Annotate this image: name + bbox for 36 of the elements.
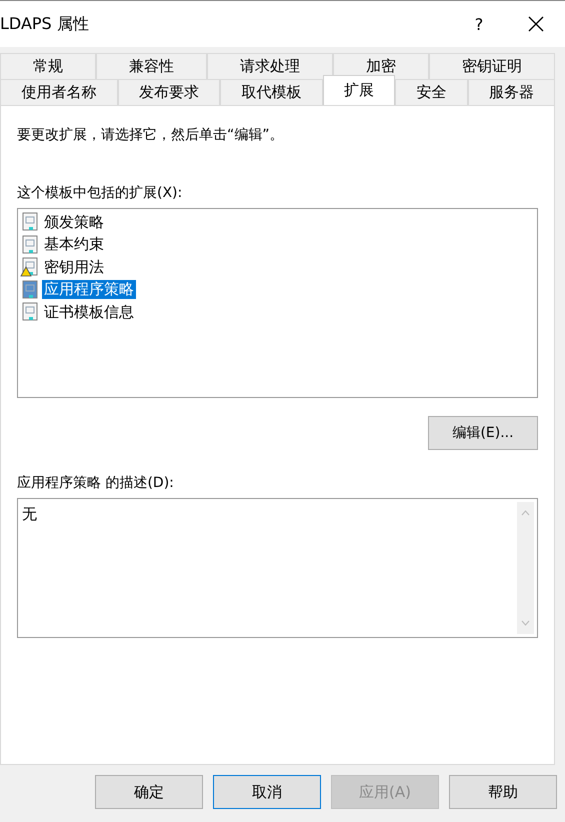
description-text: 无 [22, 505, 37, 523]
description-label: 应用程序策略 的描述(D): [17, 474, 175, 492]
extension-item[interactable]: 基本约束 [42, 235, 106, 254]
help-icon[interactable]: ? [469, 14, 489, 34]
window-title: LDAPS 属性 [0, 14, 90, 34]
dialog-button[interactable]: 确定 [95, 775, 203, 809]
extension-item[interactable]: 密钥用法 [42, 258, 106, 277]
tab[interactable]: 扩展 [322, 75, 395, 105]
tab[interactable]: 请求处理 [207, 53, 333, 79]
tab[interactable]: 安全 [395, 79, 468, 105]
certificate-icon [20, 234, 40, 255]
extension-item[interactable]: 应用程序策略 [42, 280, 136, 300]
scroll-up-icon[interactable] [521, 510, 530, 516]
tab[interactable]: 发布要求 [118, 79, 220, 105]
tab[interactable]: 使用者名称 [0, 79, 118, 105]
tab[interactable]: 常规 [0, 53, 96, 79]
extension-item[interactable]: 颁发策略 [42, 212, 106, 232]
tab[interactable]: 兼容性 [96, 53, 207, 79]
list-label: 这个模板中包括的扩展(X): [17, 184, 184, 202]
dialog-button[interactable]: 取消 [213, 775, 321, 809]
certificate-icon [20, 302, 40, 322]
extension-item[interactable]: 证书模板信息 [42, 302, 136, 322]
certificate-warning-icon [20, 257, 40, 278]
certificate-icon [20, 212, 40, 232]
close-icon[interactable] [527, 15, 545, 33]
tab[interactable]: 加密 [333, 53, 429, 79]
edit-button[interactable]: 编辑(E)... [428, 416, 538, 450]
scroll-down-icon[interactable] [521, 620, 530, 626]
instruction-text: 要更改扩展，请选择它，然后单击“编辑”。 [17, 126, 285, 144]
tab[interactable]: 密钥证明 [429, 53, 555, 79]
tab[interactable]: 取代模板 [220, 79, 322, 105]
tab[interactable]: 服务器 [468, 79, 555, 105]
certificate-icon [20, 280, 40, 300]
description-field[interactable]: 无 [17, 498, 538, 638]
scrollbar[interactable] [517, 502, 534, 634]
dialog-button[interactable]: 帮助 [449, 775, 557, 809]
